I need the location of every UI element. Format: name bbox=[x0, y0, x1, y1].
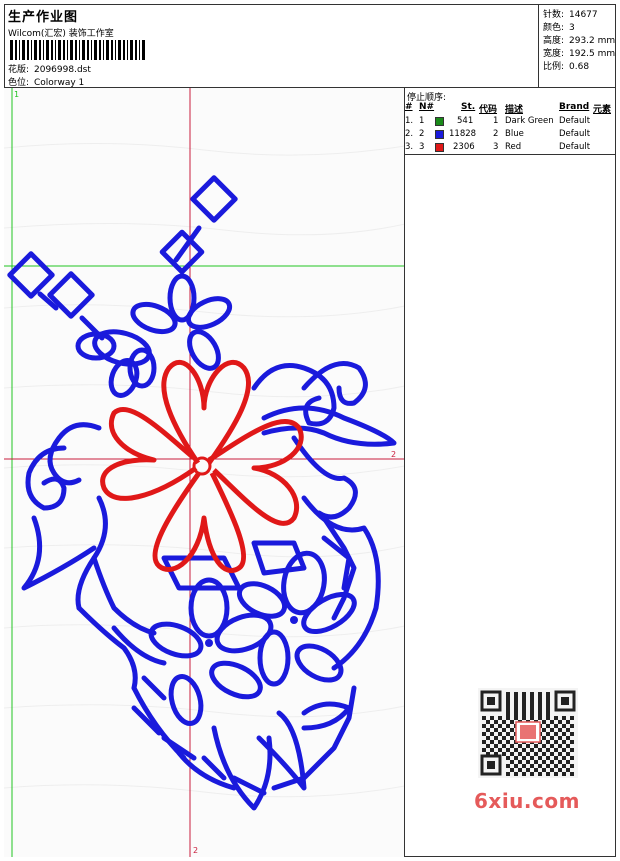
height-row: 高度: 293.2 mm bbox=[543, 33, 615, 46]
qr-code bbox=[478, 688, 578, 778]
scale-label: 比例: bbox=[543, 62, 565, 72]
row-needle: 3 bbox=[419, 142, 425, 152]
row-brand: Default bbox=[559, 129, 591, 139]
row-stitches: 541 bbox=[457, 116, 474, 126]
design-file-row: 花版: 2096998.dst bbox=[8, 62, 91, 75]
width-row: 宽度: 192.5 mm bbox=[543, 46, 615, 59]
col-header-hash: # bbox=[405, 102, 413, 112]
height-label: 高度: bbox=[543, 36, 565, 46]
stitches-value: 14677 bbox=[569, 10, 598, 20]
colors-row: 颜色: 3 bbox=[543, 20, 575, 33]
row-brand: Default bbox=[559, 142, 591, 152]
width-value: 192.5 mm bbox=[569, 49, 616, 59]
design-file-label: 花版: bbox=[8, 65, 30, 75]
col-header-brand: Brand bbox=[559, 102, 590, 112]
header-panel: 生产作业图 Wilcom(汇宏) 装饰工作室 花版: 2096998.dst 色位… bbox=[4, 4, 539, 88]
stitches-label: 针数: bbox=[543, 10, 565, 20]
col-header-desc: 描述 bbox=[505, 105, 524, 115]
colorway-row: 色位: Colorway 1 bbox=[8, 75, 84, 88]
scale-value: 0.68 bbox=[569, 62, 590, 72]
blue-stitch-layer bbox=[7, 175, 397, 811]
stitches-row: 针数: 14677 bbox=[543, 7, 598, 20]
stats-panel: 针数: 14677 颜色: 3 高度: 293.2 mm 宽度: 192.5 mm 比例… bbox=[539, 4, 616, 88]
design-file-value: 2096998.dst bbox=[34, 65, 91, 75]
row-brand: Default bbox=[559, 116, 591, 126]
row-index: 2. bbox=[405, 129, 414, 139]
company-name: Wilcom(汇宏) 装饰工作室 bbox=[8, 29, 114, 39]
row-description: Red bbox=[505, 142, 522, 152]
embroidery-design bbox=[4, 88, 404, 857]
row-needle: 2 bbox=[419, 129, 425, 139]
color-swatch-dark-green bbox=[435, 117, 444, 126]
color-swatch-red bbox=[435, 143, 444, 152]
row-code: 3 bbox=[493, 142, 499, 152]
height-value: 293.2 mm bbox=[569, 36, 616, 46]
color-swatch-blue bbox=[435, 130, 444, 139]
colors-label: 颜色: bbox=[543, 23, 565, 33]
table-row: 2. 2 11828 2 Blue Default bbox=[405, 129, 616, 141]
row-stitches: 11828 bbox=[449, 129, 477, 139]
colorway-label: 色位: bbox=[8, 78, 30, 88]
colors-value: 3 bbox=[569, 23, 575, 33]
row-stitches: 2306 bbox=[453, 142, 475, 152]
row-index: 1. bbox=[405, 116, 414, 126]
table-row: 1. 1 541 1 Dark Green Default bbox=[405, 116, 616, 128]
row-description: Blue bbox=[505, 129, 524, 139]
blue-flower-center bbox=[205, 639, 213, 647]
row-code: 2 bbox=[493, 129, 499, 139]
page-title: 生产作业图 bbox=[8, 10, 79, 25]
scale-row: 比例: 0.68 bbox=[543, 59, 589, 72]
col-header-element: 元素 bbox=[593, 105, 612, 115]
blue-flower-center bbox=[290, 616, 298, 624]
axis-label-v1: 1 bbox=[14, 90, 20, 99]
width-label: 宽度: bbox=[543, 49, 565, 59]
embroidery-design-canvas: 1 2 2 bbox=[4, 88, 405, 857]
col-header-st: St. bbox=[461, 102, 476, 112]
fabric-texture bbox=[4, 142, 404, 798]
row-index: 3. bbox=[405, 142, 414, 152]
barcode bbox=[10, 40, 145, 60]
table-divider bbox=[405, 154, 616, 155]
watermark-logo: 6xiu.com bbox=[474, 789, 580, 813]
row-code: 1 bbox=[493, 116, 499, 126]
colorway-value: Colorway 1 bbox=[34, 78, 85, 88]
axis-label-v2: 2 bbox=[193, 846, 199, 855]
table-row: 3. 3 2306 3 Red Default bbox=[405, 142, 616, 154]
axis-label-h2: 2 bbox=[391, 450, 397, 459]
row-needle: 1 bbox=[419, 116, 425, 126]
col-header-n: N# bbox=[419, 102, 435, 112]
row-description: Dark Green bbox=[505, 116, 554, 126]
col-header-code: 代码 bbox=[479, 105, 498, 115]
